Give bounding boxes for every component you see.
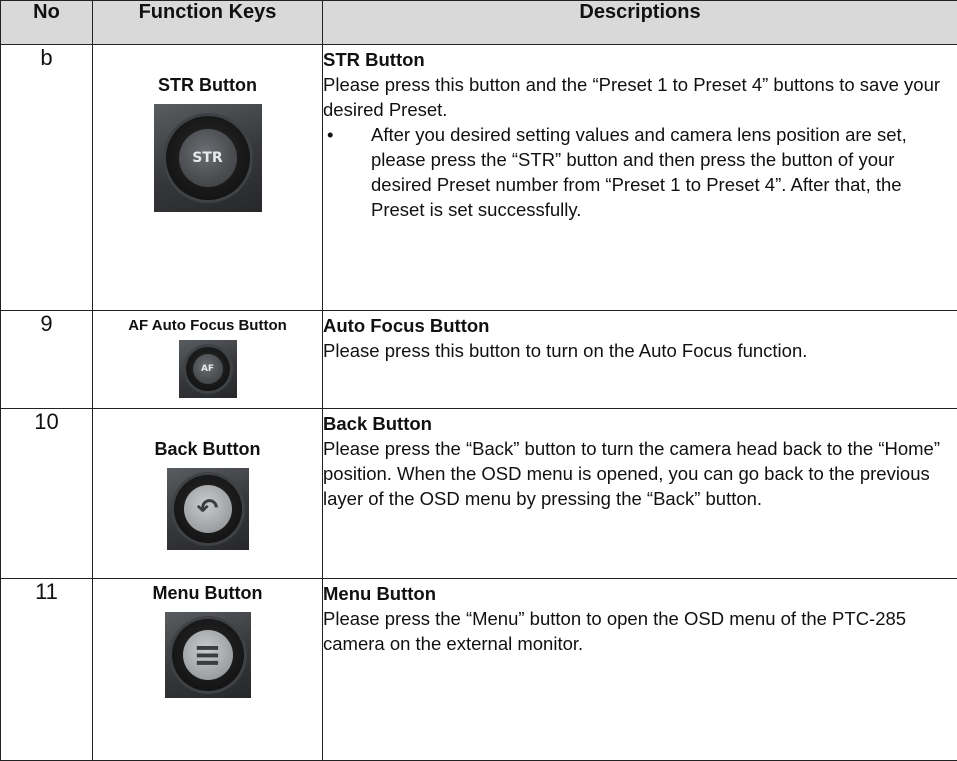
header-descriptions: Descriptions — [323, 1, 957, 45]
row-number: 9 — [1, 311, 93, 409]
key-label: Menu Button — [93, 583, 322, 604]
description-cell: STR Button Please press this button and … — [323, 45, 957, 311]
bullet-icon: • — [323, 122, 371, 222]
menu-cap-glyph: ≡ — [183, 630, 233, 680]
desc-text: Please press the “Back” button to turn t… — [323, 436, 957, 511]
row-number: 10 — [1, 409, 93, 579]
back-arrow-icon: ↶ — [167, 468, 249, 550]
function-key-cell: Menu Button ≡ — [93, 579, 323, 761]
str-button-icon: STR — [154, 104, 262, 212]
table-row: 9 AF Auto Focus Button AF Auto Focus But… — [1, 311, 957, 409]
table-row: b STR Button STR STR Button Please press… — [1, 45, 957, 311]
key-label: AF Auto Focus Button — [93, 317, 322, 334]
str-cap-text: STR — [179, 129, 237, 187]
header-function-keys: Function Keys — [93, 1, 323, 45]
bullet-text: After you desired setting values and cam… — [371, 122, 957, 222]
bullet-item: • After you desired setting values and c… — [323, 122, 957, 222]
table-row: 10 Back Button ↶ Back Button Please pres… — [1, 409, 957, 579]
function-keys-table: No Function Keys Descriptions b STR Butt… — [0, 0, 957, 761]
menu-lines-icon: ≡ — [165, 612, 251, 698]
key-label: Back Button — [93, 439, 322, 460]
function-key-cell: Back Button ↶ — [93, 409, 323, 579]
key-label: STR Button — [93, 75, 322, 96]
header-no: No — [1, 1, 93, 45]
back-cap-glyph: ↶ — [184, 485, 232, 533]
table-row: 11 Menu Button ≡ Menu Button Please pres… — [1, 579, 957, 761]
function-key-cell: STR Button STR — [93, 45, 323, 311]
desc-text: Please press this button and the “Preset… — [323, 72, 957, 122]
desc-title: Back Button — [323, 411, 957, 436]
af-cap-text: AF — [193, 354, 223, 384]
function-key-cell: AF Auto Focus Button AF — [93, 311, 323, 409]
af-button-icon: AF — [179, 340, 237, 398]
description-cell: Auto Focus Button Please press this butt… — [323, 311, 957, 409]
desc-title: Auto Focus Button — [323, 313, 957, 338]
desc-title: STR Button — [323, 47, 957, 72]
row-number: b — [1, 45, 93, 311]
description-cell: Menu Button Please press the “Menu” butt… — [323, 579, 957, 761]
desc-title: Menu Button — [323, 581, 957, 606]
table-header-row: No Function Keys Descriptions — [1, 1, 957, 45]
description-cell: Back Button Please press the “Back” butt… — [323, 409, 957, 579]
desc-text: Please press the “Menu” button to open t… — [323, 606, 957, 656]
desc-text: Please press this button to turn on the … — [323, 338, 957, 363]
row-number: 11 — [1, 579, 93, 761]
